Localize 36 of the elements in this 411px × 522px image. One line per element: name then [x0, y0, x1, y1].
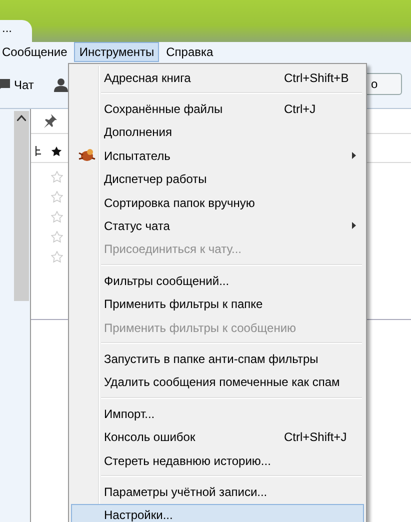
menu-item[interactable]: Стереть недавнюю историю... — [71, 448, 364, 472]
submenu-arrow-icon — [352, 152, 356, 160]
menu-item[interactable]: Параметры учётной записи... — [71, 480, 364, 504]
menu-item[interactable]: Диспетчер работы — [71, 168, 364, 191]
star-icon[interactable] — [51, 191, 63, 203]
menu-item[interactable]: Статус чата — [71, 214, 364, 238]
menu-item[interactable]: Фильтры сообщений... — [71, 269, 364, 293]
menu-item[interactable]: Сортировка папок вручную — [71, 190, 364, 214]
person-icon[interactable] — [54, 78, 68, 92]
scroll-up-icon[interactable] — [17, 115, 26, 121]
menu-item[interactable]: Дополнения — [71, 120, 364, 144]
star-icon[interactable] — [51, 231, 63, 243]
chat-button[interactable]: Чат — [14, 78, 34, 92]
menu-item[interactable]: Настройки... — [71, 504, 364, 522]
star-icon[interactable] — [51, 251, 63, 263]
submenu-arrow-icon — [352, 222, 356, 230]
menu-bar-item[interactable]: Справка — [161, 42, 218, 62]
star-icon[interactable] — [51, 211, 63, 223]
thread-icon[interactable] — [35, 146, 43, 156]
menu-item[interactable]: Запустить в папке анти-спам фильтры — [71, 347, 364, 371]
menu-item[interactable]: Удалить сообщения помеченные как спам — [71, 370, 364, 394]
menu-item[interactable]: Консоль ошибок Ctrl+Shift+J — [71, 425, 364, 449]
menu-item[interactable]: Импорт... — [71, 402, 364, 426]
menu-item[interactable]: Адресная книга Ctrl+Shift+B — [71, 66, 364, 90]
bug-icon — [78, 147, 96, 164]
scrollbar-thumb[interactable] — [14, 111, 29, 301]
star-icon[interactable] — [51, 146, 62, 156]
star-icon[interactable] — [51, 171, 63, 183]
menu-item[interactable]: Сохранённые файлы Ctrl+J — [71, 97, 364, 121]
menu-bar-item[interactable]: Инструменты — [74, 42, 160, 62]
menu-item[interactable]: Испытатель — [71, 144, 364, 168]
pin-icon[interactable] — [43, 114, 57, 128]
menu-item[interactable]: Применить фильтры к папке — [71, 292, 364, 316]
chat-icon[interactable] — [0, 78, 10, 92]
tab[interactable]: ... — [0, 20, 32, 42]
menu-bar-item[interactable]: Сообщение — [0, 42, 72, 62]
